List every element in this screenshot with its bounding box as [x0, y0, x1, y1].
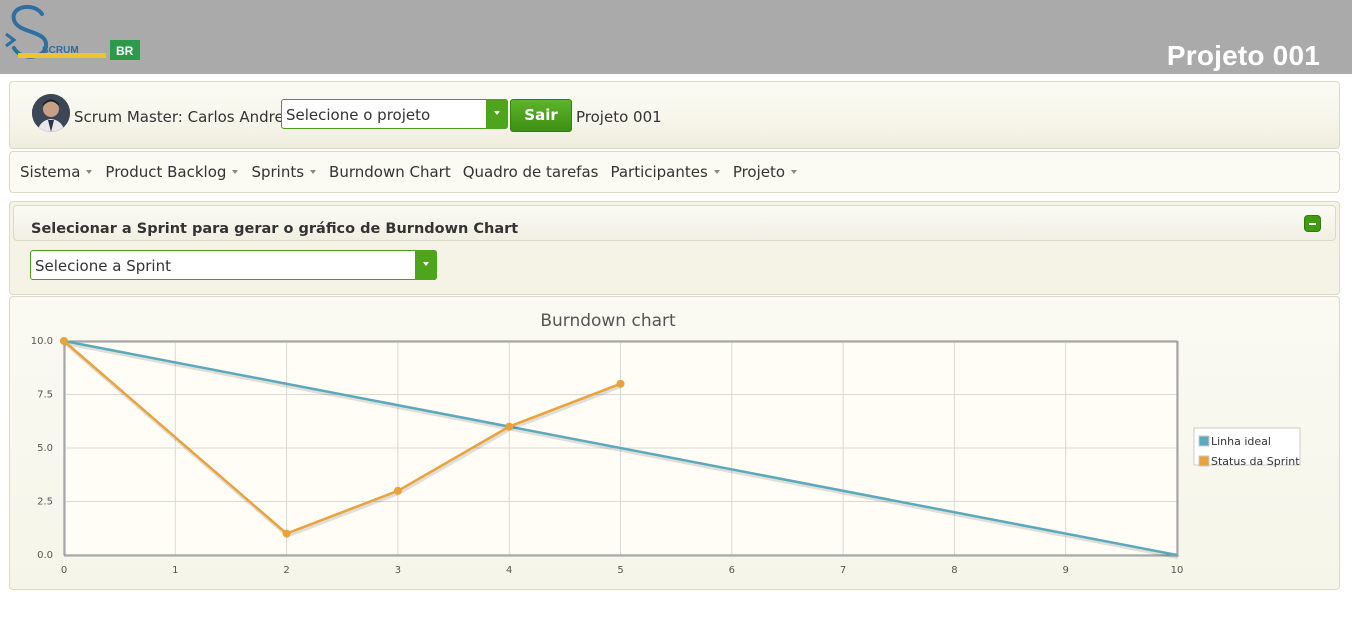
x-tick-label: 9 — [1063, 565, 1069, 576]
scrumbr-logo[interactable]: SCRUM BR — [4, 4, 144, 64]
chart-panel: Burndown chart 0 1 2 3 4 5 6 7 8 9 10 0.0 2.5 5.0 7.5 10… — [9, 296, 1340, 590]
caret-down-icon — [713, 170, 720, 174]
data-point — [616, 379, 625, 388]
y-tick-label: 7.5 — [37, 390, 53, 401]
x-tick-label: 4 — [506, 565, 512, 576]
scrum-master-label: Scrum Master: Carlos Andrey — [74, 108, 293, 126]
data-point — [505, 422, 514, 431]
main-menu: Sistema Product Backlog Sprints Burndown… — [9, 151, 1340, 193]
data-point — [282, 529, 291, 538]
user-bar: Scrum Master: Carlos Andrey Selecione o … — [9, 81, 1340, 149]
x-tick-label: 0 — [61, 565, 67, 576]
current-project-label: Projeto 001 — [576, 108, 662, 126]
menu-item-projeto[interactable]: Projeto — [733, 163, 798, 181]
top-header: SCRUM BR Projeto 001 — [0, 0, 1352, 74]
legend-label: Linha ideal — [1211, 435, 1271, 448]
project-select[interactable]: Selecione o projeto — [281, 99, 508, 129]
menu-item-burndown-chart[interactable]: Burndown Chart — [329, 163, 451, 181]
caret-down-icon — [232, 170, 239, 174]
x-tick-label: 7 — [840, 565, 846, 576]
chevron-down-icon[interactable] — [415, 250, 437, 280]
x-tick-label: 8 — [951, 565, 957, 576]
menu-item-sprints[interactable]: Sprints — [251, 163, 317, 181]
caret-down-icon — [791, 170, 798, 174]
x-tick-label: 6 — [729, 565, 735, 576]
data-point — [393, 486, 402, 495]
y-tick-label: 0.0 — [37, 550, 53, 561]
x-tick-label: 5 — [617, 565, 623, 576]
x-tick-label: 3 — [395, 565, 401, 576]
chart-title: Burndown chart — [540, 311, 676, 331]
data-point — [60, 337, 68, 345]
menu-item-sistema[interactable]: Sistema — [20, 163, 93, 181]
x-tick-label: 1 — [172, 565, 178, 576]
menu-item-participantes[interactable]: Participantes — [610, 163, 720, 181]
legend-swatch — [1198, 435, 1210, 447]
logout-button[interactable]: Sair — [510, 99, 572, 132]
sprint-panel-title: Selecionar a Sprint para gerar o gráfico… — [31, 221, 519, 237]
menu-item-quadro-de-tarefas[interactable]: Quadro de tarefas — [463, 163, 599, 181]
menu-item-product-backlog[interactable]: Product Backlog — [105, 163, 239, 181]
sprint-select-value: Selecione a Sprint — [35, 257, 171, 275]
x-tick-label: 10 — [1171, 565, 1184, 576]
sprint-panel-header: Selecionar a Sprint para gerar o gráfico… — [13, 205, 1336, 241]
burndown-chart: Burndown chart 0 1 2 3 4 5 6 7 8 9 10 0.0 2.5 5.0 7.5 10… — [31, 311, 1301, 576]
legend-label: Status da Sprint — [1211, 455, 1300, 468]
caret-down-icon — [86, 170, 93, 174]
y-tick-label: 5.0 — [37, 443, 53, 454]
logo-text: SCRUM — [42, 45, 79, 56]
page-title: Projeto 001 — [1166, 40, 1320, 71]
sprint-select[interactable]: Selecione a Sprint — [30, 250, 437, 280]
caret-down-icon — [310, 170, 317, 174]
avatar — [32, 94, 70, 132]
x-tick-label: 2 — [283, 565, 289, 576]
y-tick-label: 2.5 — [37, 497, 53, 508]
chevron-down-icon[interactable] — [486, 99, 508, 129]
collapse-icon[interactable] — [1304, 215, 1321, 232]
sprint-selection-panel: Selecionar a Sprint para gerar o gráfico… — [9, 201, 1340, 295]
y-tick-label: 10.0 — [31, 336, 53, 347]
project-select-value: Selecione o projeto — [286, 106, 431, 124]
logo-badge: BR — [116, 44, 134, 58]
legend-swatch — [1198, 455, 1210, 467]
